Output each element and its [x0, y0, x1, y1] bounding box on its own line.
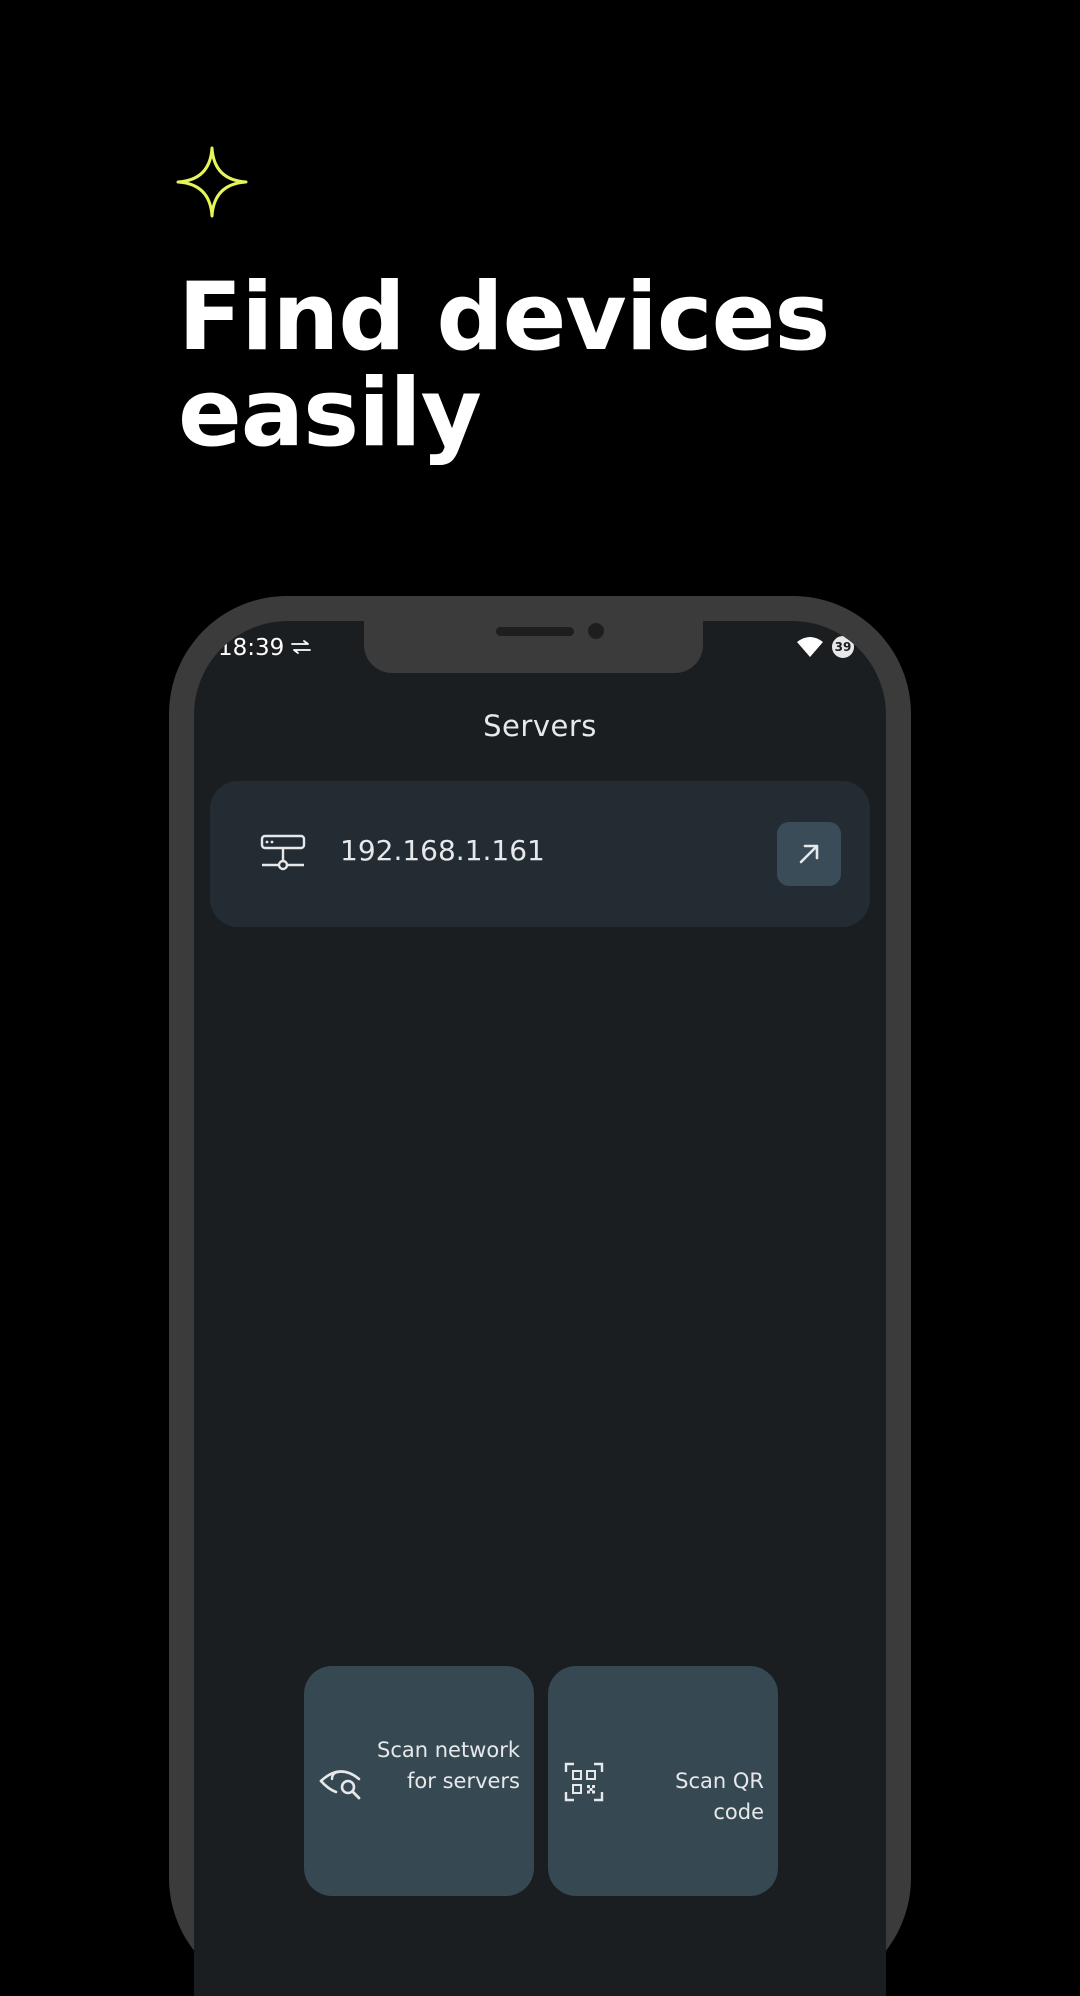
qr-code-icon — [564, 1762, 604, 1802]
page-headline: Find devices easily — [178, 270, 998, 462]
scan-network-button[interactable]: Scan network for servers — [304, 1666, 534, 1896]
arrow-up-right-icon — [799, 844, 819, 864]
wifi-icon — [797, 637, 823, 657]
page-title: Servers — [483, 709, 597, 743]
phone-notch — [364, 621, 703, 673]
phone-frame: 18:39 39 Servers 192.168.1.161 Scan netw… — [169, 596, 911, 1996]
scan-network-label: Scan network for servers — [376, 1738, 520, 1793]
earpiece-speaker — [496, 627, 574, 636]
scan-qr-label: Scan QR code — [675, 1769, 764, 1824]
sparkle-icon — [176, 146, 248, 218]
battery-icon: 39 — [830, 634, 856, 660]
server-list-item[interactable]: 192.168.1.161 — [210, 781, 870, 927]
phone-screen: 18:39 39 Servers 192.168.1.161 Scan netw… — [194, 621, 886, 1996]
server-address: 192.168.1.161 — [340, 834, 545, 867]
headline-line-2: easily — [178, 359, 482, 468]
headline-line-1: Find devices — [178, 263, 830, 372]
scan-qr-button[interactable]: Scan QR code — [548, 1666, 778, 1896]
status-time: 18:39 — [218, 635, 285, 661]
eye-search-icon — [319, 1770, 361, 1800]
front-camera — [588, 623, 604, 639]
server-icon — [260, 834, 306, 871]
swap-arrows-icon — [291, 640, 311, 654]
battery-level: 39 — [834, 640, 852, 654]
open-server-button[interactable] — [777, 822, 841, 886]
